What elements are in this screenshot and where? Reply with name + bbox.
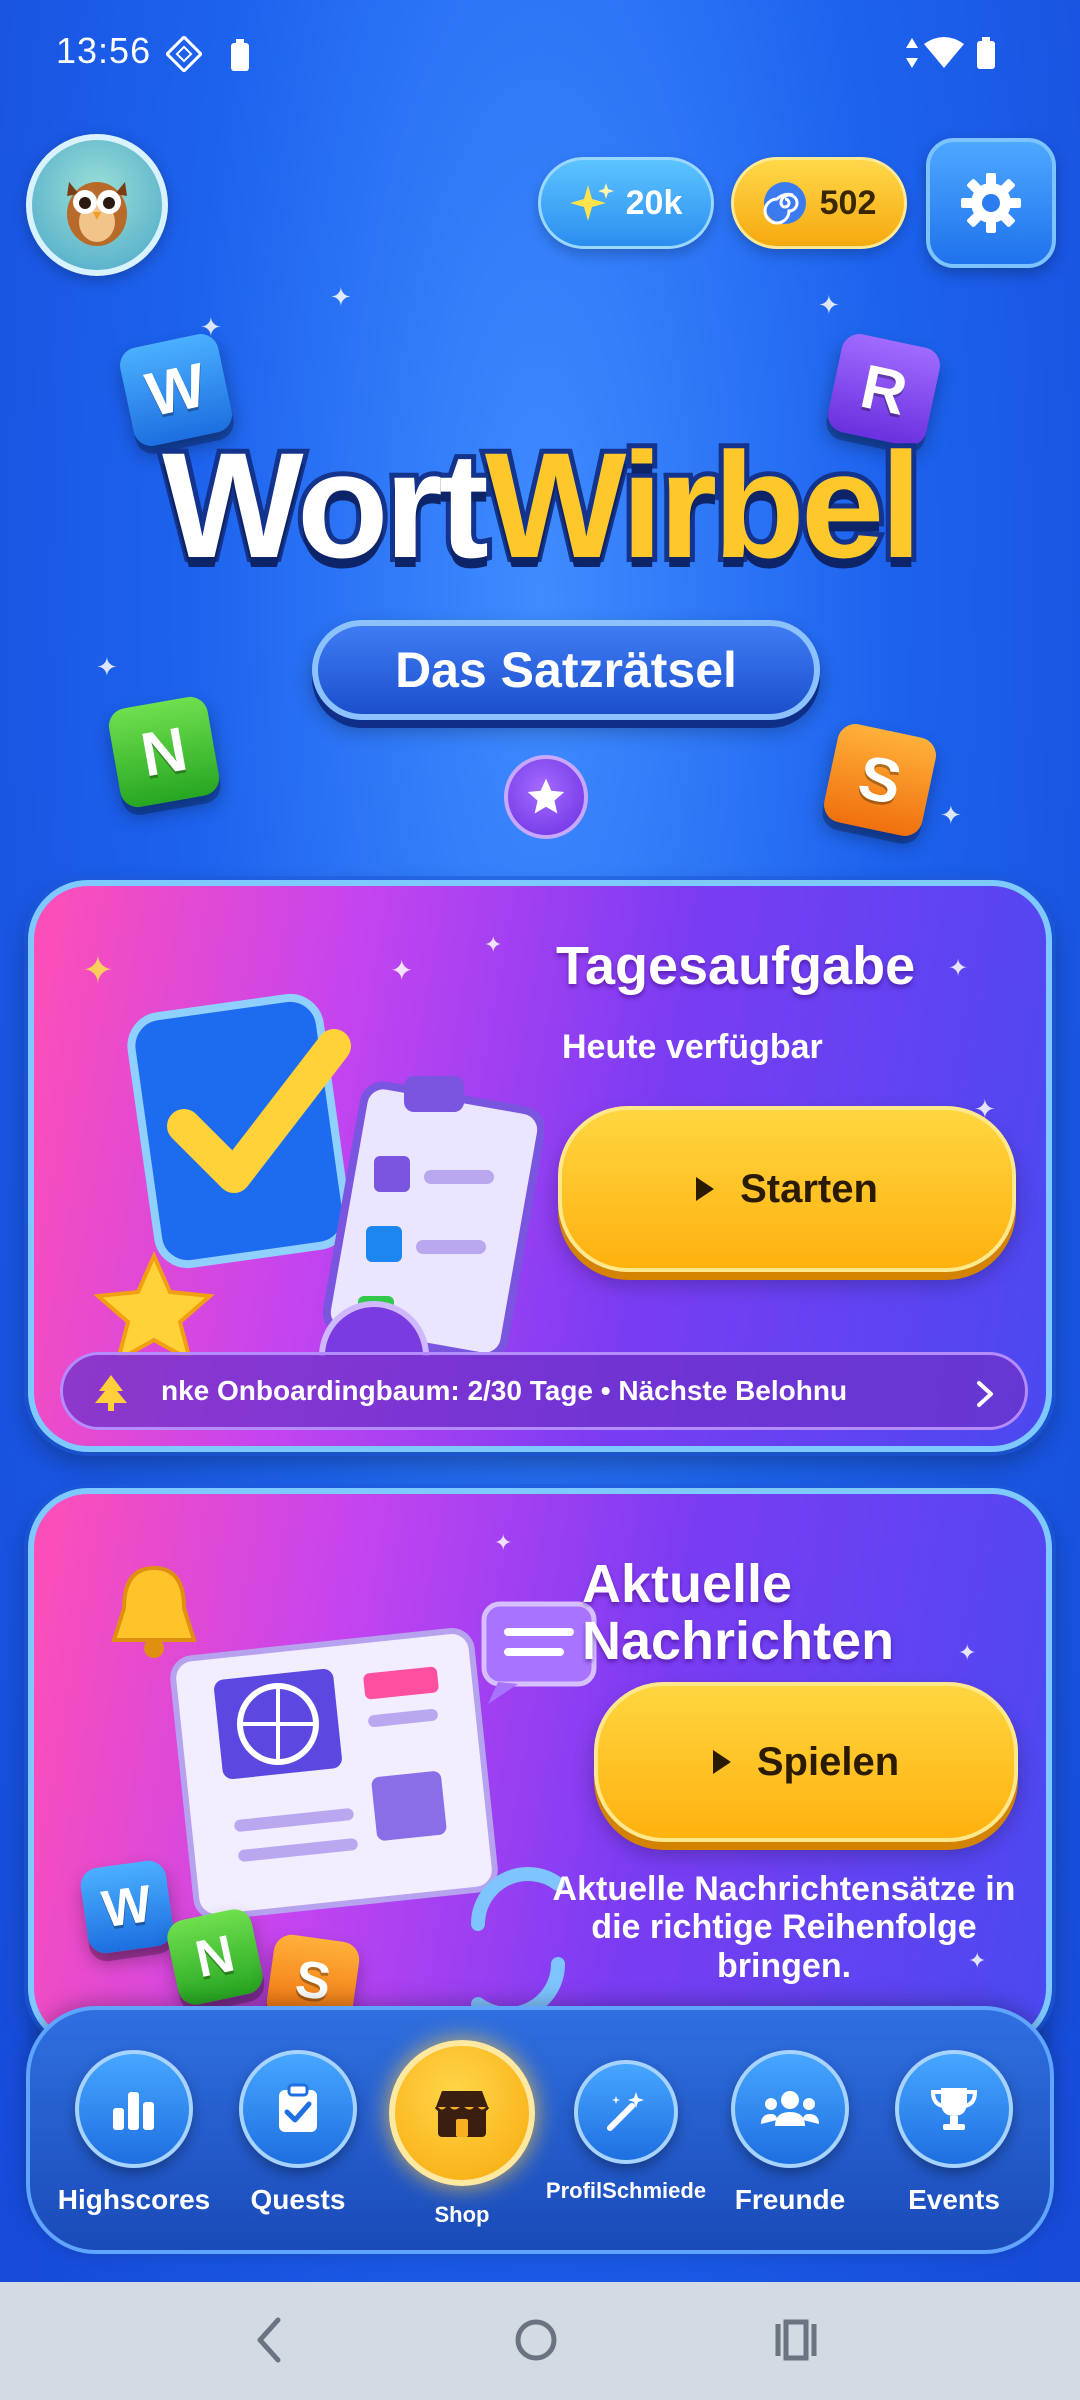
- sparkle-icon: ✦: [958, 1640, 977, 1665]
- system-navigation-bar: [0, 2282, 1080, 2400]
- gear-icon: [961, 173, 1021, 233]
- news-title-line1: Aktuelle: [582, 1554, 793, 1614]
- trophy-icon: [930, 2088, 978, 2130]
- status-time: 13:56: [56, 30, 152, 71]
- coins-value: 502: [819, 183, 877, 222]
- start-button[interactable]: Starten: [558, 1106, 1016, 1272]
- nav-events[interactable]: Events: [874, 2050, 1034, 2216]
- stars-value: 20k: [625, 183, 683, 222]
- bar-chart-icon: [113, 2092, 154, 2130]
- logo-title-part2: Wirbel: [480, 421, 927, 589]
- news-title-line2: Nachrichten: [582, 1610, 895, 1671]
- letter-tile-w: W: [78, 1858, 176, 1956]
- profile-avatar[interactable]: [26, 134, 168, 276]
- back-icon[interactable]: [254, 2312, 284, 2368]
- nav-quests-circle[interactable]: [239, 2050, 357, 2168]
- nav-events-circle[interactable]: [895, 2050, 1013, 2168]
- sparkle-icon: ✦: [330, 282, 352, 312]
- letter-tile-s: S: [820, 720, 940, 840]
- sparkle-icon: [569, 183, 614, 221]
- play-icon: [712, 1750, 731, 1774]
- play-news-button[interactable]: Spielen: [594, 1682, 1018, 1842]
- logo-star-badge: [504, 755, 588, 839]
- clipboard-check-icon: [279, 2083, 317, 2132]
- nav-profilschmiede-label: ProfilSchmiede: [545, 2178, 707, 2203]
- shop-icon: [434, 2091, 490, 2137]
- nfc-icon: [166, 36, 202, 72]
- data-arrows-icon: [906, 38, 918, 68]
- news-description: Aktuelle Nachrichtensätze in die richtig…: [552, 1870, 1016, 1985]
- wifi-icon: [924, 37, 964, 68]
- daily-task-card[interactable]: ✦ ✦ ✦ ✦ ✦ Tagesaufgabe Heute verfügbar S…: [28, 880, 1052, 1452]
- play-news-button-label: Spielen: [756, 1739, 900, 1784]
- logo-title-part1: Wort: [157, 421, 494, 589]
- people-icon: [761, 2091, 819, 2126]
- nav-highscores-label: Highscores: [57, 2184, 211, 2215]
- sparkle-icon: ✦: [818, 290, 840, 320]
- letter-tile-n: N: [106, 694, 222, 810]
- logo-subtitle: Das Satzrätsel: [312, 620, 820, 720]
- nav-shop-label: Shop: [434, 2202, 490, 2227]
- daily-task-illustration: [93, 993, 544, 1356]
- bottom-navigation: Highscores Quests Shop ProfilSchmiede Fr…: [26, 2006, 1054, 2254]
- status-bar: 13:56: [0, 0, 1080, 110]
- game-logo: ✦ ✦ ✦ ✦ ✦ W R N S WortWirbel Das Satzrät…: [0, 282, 1080, 850]
- news-card[interactable]: ✦ ✦ ✦ W N S Aktuelle Nachrichten Spielen…: [28, 1488, 1052, 2048]
- nav-freunde-circle[interactable]: [731, 2050, 849, 2168]
- sparkle-icon: ✦: [948, 955, 969, 982]
- coins-counter[interactable]: 502: [731, 157, 907, 249]
- nav-events-label: Events: [908, 2184, 1000, 2215]
- magic-wand-icon: [607, 2092, 644, 2131]
- sparkle-icon: ✦: [96, 652, 118, 682]
- start-button-label: Starten: [740, 1166, 878, 1211]
- nav-shop-circle[interactable]: [389, 2040, 535, 2186]
- battery-small-icon: [231, 39, 249, 71]
- sparkle-icon: ✦: [940, 800, 962, 830]
- logo-title: WortWirbel: [0, 425, 1080, 585]
- chevron-right-icon[interactable]: [975, 1379, 997, 1409]
- nav-profilschmiede-circle[interactable]: [574, 2060, 678, 2164]
- battery-icon: [977, 37, 995, 69]
- nav-shop[interactable]: Shop: [382, 2040, 542, 2228]
- recents-icon[interactable]: [774, 2312, 818, 2368]
- nav-highscores[interactable]: Highscores: [54, 2050, 214, 2216]
- nav-profilschmiede[interactable]: ProfilSchmiede: [546, 2060, 706, 2204]
- news-title: Aktuelle Nachrichten: [582, 1556, 894, 1669]
- settings-button[interactable]: [926, 138, 1056, 268]
- play-icon: [696, 1177, 715, 1201]
- star-icon: [527, 778, 565, 814]
- nav-highscores-circle[interactable]: [75, 2050, 193, 2168]
- sparkle-icon: ✦: [484, 932, 503, 957]
- nav-quests-label: Quests: [250, 2184, 346, 2215]
- swirl-coin-icon: [763, 182, 806, 225]
- letter-tile-n: N: [163, 1905, 267, 2009]
- ticker-text: nke Onboardingbaum: 2/30 Tage • Nächste …: [161, 1375, 848, 1406]
- nav-freunde[interactable]: Freunde: [710, 2050, 870, 2216]
- daily-task-title: Tagesaufgabe: [556, 936, 916, 996]
- tree-icon: [95, 1375, 127, 1411]
- daily-task-subtitle: Heute verfügbar: [562, 1028, 823, 1066]
- onboarding-ticker[interactable]: nke Onboardingbaum: 2/30 Tage • Nächste …: [60, 1352, 1028, 1430]
- home-icon[interactable]: [514, 2312, 558, 2368]
- stars-counter[interactable]: 20k: [538, 157, 714, 249]
- owl-avatar-icon: [67, 182, 127, 246]
- nav-quests[interactable]: Quests: [218, 2050, 378, 2216]
- nav-freunde-label: Freunde: [734, 2184, 846, 2215]
